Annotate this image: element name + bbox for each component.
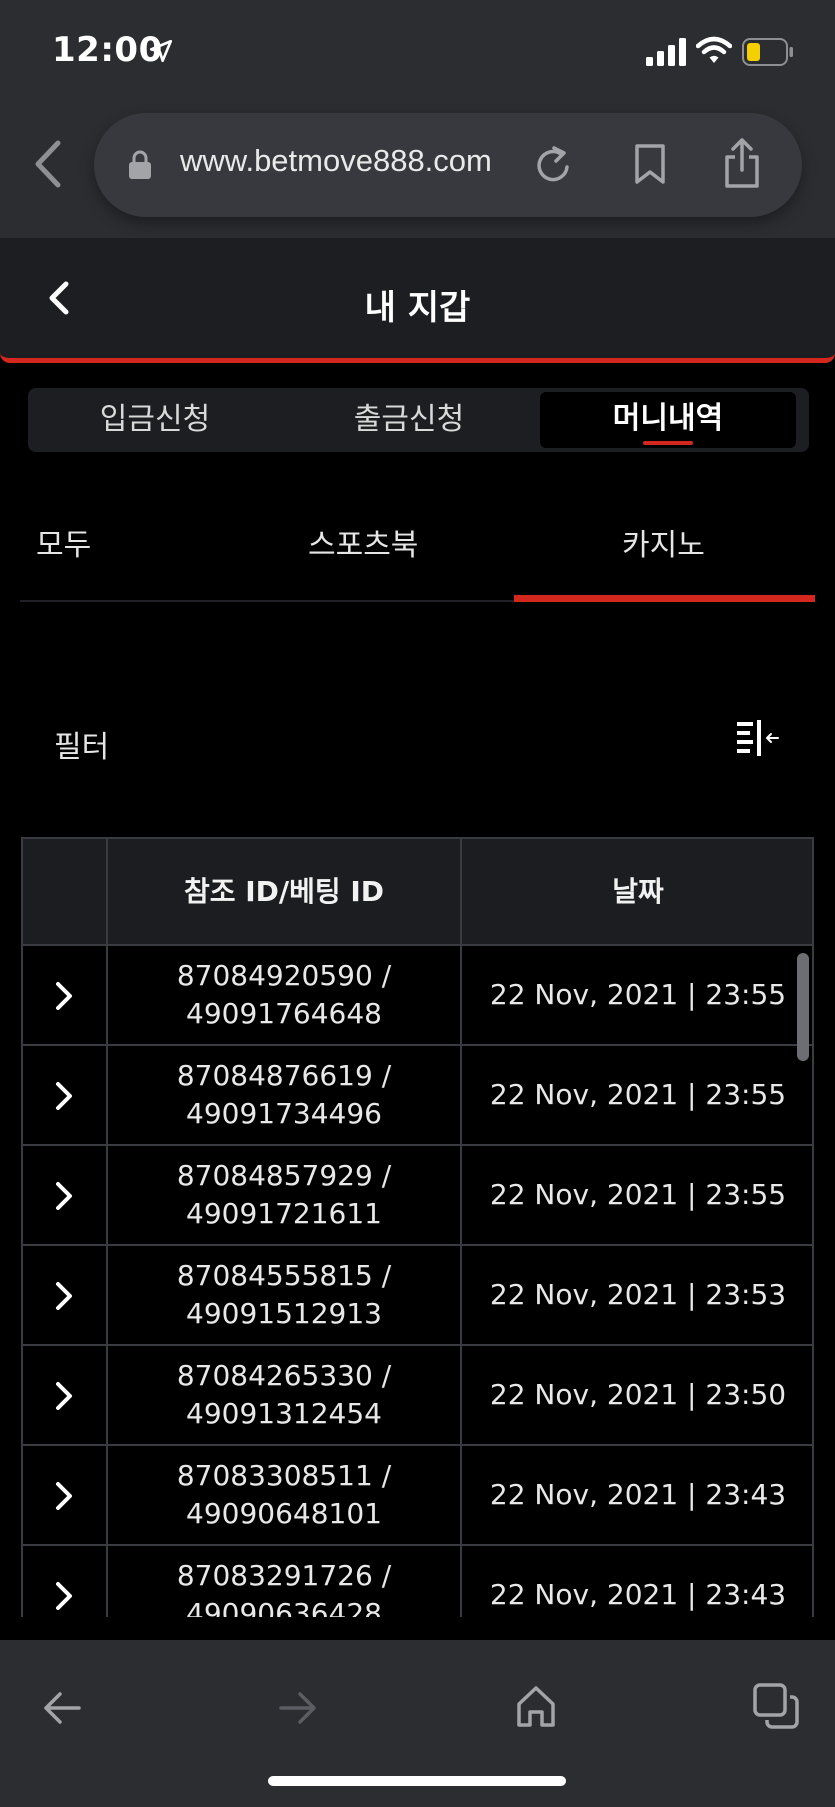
chevron-right-icon [56, 1382, 72, 1410]
reference-bet-id: 87084876619 / 49091734496 [108, 1046, 462, 1144]
table-row: 87083291726 / 49090636428 22 Nov, 2021 | … [23, 1546, 812, 1617]
table-row: 87084265330 / 49091312454 22 Nov, 2021 | … [23, 1346, 812, 1446]
bet-id: 49091734496 [186, 1097, 382, 1130]
active-tab-indicator [643, 441, 693, 445]
date-cell: 22 Nov, 2021 | 23:43 [489, 1578, 787, 1611]
active-category-indicator [514, 595, 815, 602]
bet-id: 49091512913 [186, 1297, 382, 1330]
url-text[interactable]: www.betmove888.com [180, 143, 492, 179]
bet-id: 49091721611 [186, 1197, 382, 1230]
reference-bet-id: 87084920590 / 49091764648 [108, 946, 462, 1044]
history-table: 참조 ID/베팅 ID 날짜 87084920590 / 49091764648 … [21, 837, 814, 1617]
page-title: 내 지갑 [364, 288, 471, 328]
table-row: 87083308511 / 49090648101 22 Nov, 2021 | … [23, 1446, 812, 1546]
tab-money-history-label: 머니내역 [612, 401, 724, 436]
tab-withdraw[interactable]: 출금신청 [282, 388, 536, 452]
reference-id: 87083308511 / [176, 1459, 392, 1492]
browser-toolbar: www.betmove888.com [0, 105, 835, 238]
column-header-date: 날짜 [612, 875, 664, 908]
address-bar[interactable]: www.betmove888.com [94, 113, 802, 217]
filter-toggle-icon[interactable] [736, 720, 782, 758]
bet-id: 49091764648 [186, 997, 382, 1030]
bookmark-icon[interactable] [632, 143, 668, 185]
column-header-id: 참조 ID/베팅 ID [108, 839, 462, 944]
tab-sportsbook[interactable]: 스포츠북 [308, 520, 418, 564]
category-tabs: 모두 스포츠북 카지노 [20, 500, 815, 602]
reference-bet-id: 87084555815 / 49091512913 [108, 1246, 462, 1344]
reference-id: 87084876619 / [176, 1059, 392, 1092]
reference-id: 87084265330 / [176, 1359, 392, 1392]
table-body: 87084920590 / 49091764648 22 Nov, 2021 | … [23, 946, 812, 1617]
date-cell: 22 Nov, 2021 | 23:55 [489, 1078, 787, 1111]
browser-back-icon[interactable] [28, 139, 68, 189]
reference-bet-id: 87084857929 / 49091721611 [108, 1146, 462, 1244]
table-row: 87084555815 / 49091512913 22 Nov, 2021 | … [23, 1246, 812, 1346]
chevron-right-icon [56, 1482, 72, 1510]
battery-icon [742, 38, 793, 66]
table-row: 87084920590 / 49091764648 22 Nov, 2021 | … [23, 946, 812, 1046]
reference-id: 87084920590 / [176, 959, 392, 992]
reference-bet-id: 87083308511 / 49090648101 [108, 1446, 462, 1544]
expand-row-button[interactable] [23, 946, 108, 1044]
reload-icon[interactable] [534, 143, 574, 187]
reference-id: 87084555815 / [176, 1259, 392, 1292]
table-header: 참조 ID/베팅 ID 날짜 [23, 839, 812, 946]
filter-label: 필터 [54, 730, 110, 765]
tab-all[interactable]: 모두 [36, 520, 91, 564]
chevron-right-icon [56, 982, 72, 1010]
expand-row-button[interactable] [23, 1546, 108, 1617]
expand-row-button[interactable] [23, 1046, 108, 1144]
expand-row-button[interactable] [23, 1446, 108, 1544]
home-icon[interactable] [516, 1684, 556, 1728]
chevron-right-icon [56, 1182, 72, 1210]
chevron-right-icon [56, 1282, 72, 1310]
home-indicator[interactable] [268, 1776, 566, 1786]
date-cell: 22 Nov, 2021 | 23:43 [489, 1478, 787, 1511]
chevron-right-icon [56, 1582, 72, 1610]
location-arrow-icon [149, 39, 173, 63]
back-arrow-icon[interactable] [42, 1690, 82, 1726]
tab-deposit[interactable]: 입금신청 [28, 388, 282, 452]
wallet-tabs: 입금신청 출금신청 머니내역 [28, 388, 809, 452]
app-header: 내 지갑 [0, 238, 835, 363]
expand-column-header [23, 839, 108, 944]
chevron-right-icon [56, 1082, 72, 1110]
expand-row-button[interactable] [23, 1246, 108, 1344]
date-cell: 22 Nov, 2021 | 23:55 [489, 1178, 787, 1211]
tab-casino[interactable]: 카지노 [622, 520, 705, 564]
expand-row-button[interactable] [23, 1346, 108, 1444]
status-bar: 12:00 [0, 0, 835, 105]
table-row: 87084857929 / 49091721611 22 Nov, 2021 | … [23, 1146, 812, 1246]
reference-id: 87084857929 / [176, 1159, 392, 1192]
tab-money-history[interactable]: 머니내역 [540, 392, 796, 448]
date-cell: 22 Nov, 2021 | 23:53 [489, 1278, 787, 1311]
table-row: 87084876619 / 49091734496 22 Nov, 2021 | … [23, 1046, 812, 1146]
bet-id: 49090648101 [186, 1497, 382, 1530]
table-scrollbar[interactable] [797, 953, 809, 1061]
reference-bet-id: 87083291726 / 49090636428 [108, 1546, 462, 1617]
share-icon[interactable] [722, 137, 762, 189]
date-cell: 22 Nov, 2021 | 23:50 [489, 1378, 787, 1411]
wifi-icon [696, 36, 732, 63]
lock-icon [129, 150, 151, 179]
forward-arrow-icon[interactable] [278, 1690, 318, 1726]
reference-id: 87083291726 / [176, 1559, 392, 1592]
reference-bet-id: 87084265330 / 49091312454 [108, 1346, 462, 1444]
expand-row-button[interactable] [23, 1146, 108, 1244]
bet-id: 49090636428 [186, 1597, 382, 1617]
tabs-overview-icon[interactable] [752, 1682, 800, 1730]
status-time: 12:00 [52, 30, 163, 70]
date-cell: 22 Nov, 2021 | 23:55 [489, 978, 787, 1011]
cellular-signal-icon [646, 38, 686, 66]
bet-id: 49091312454 [186, 1397, 382, 1430]
